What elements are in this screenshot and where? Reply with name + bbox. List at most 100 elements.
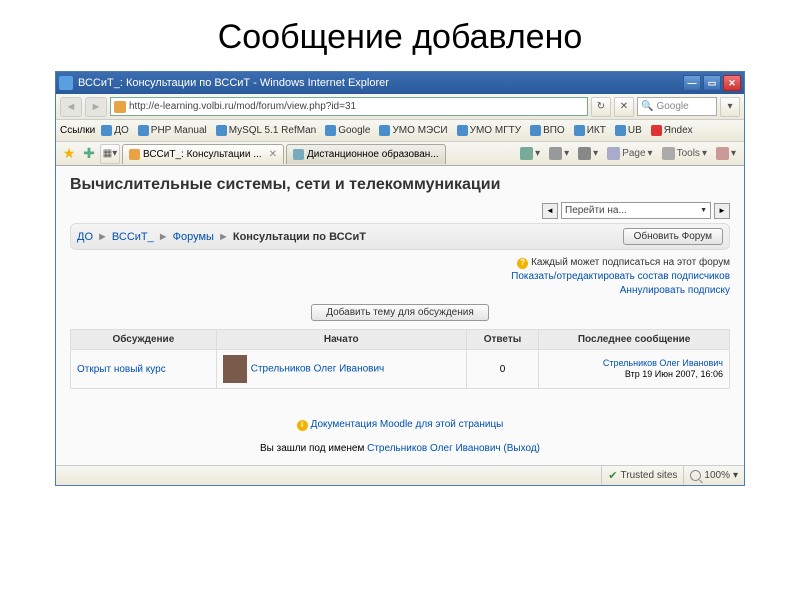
- tab-list-button[interactable]: ▦▾: [100, 144, 120, 164]
- home-button[interactable]: ▾: [516, 145, 544, 162]
- link-icon: [457, 125, 468, 136]
- crumb-current: Консультации по ВССиТ: [233, 231, 366, 243]
- table-row: Открыт новый курс Стрельников Олег Ивано…: [71, 350, 730, 389]
- close-button[interactable]: ✕: [723, 75, 741, 91]
- logout-link[interactable]: (Выход): [501, 443, 540, 454]
- shield-icon: ✔: [608, 469, 617, 482]
- update-forum-button[interactable]: Обновить Форум: [623, 228, 723, 245]
- home-icon: [520, 147, 533, 160]
- link-icon: [615, 125, 626, 136]
- page-menu[interactable]: Page ▾: [603, 145, 656, 162]
- last-date: Втр 19 Июн 2007, 16:06: [625, 369, 723, 379]
- last-author-link[interactable]: Стрельников Олег Иванович: [603, 358, 723, 368]
- logged-user-link[interactable]: Стрельников Олег Иванович: [367, 443, 501, 454]
- logged-prefix: Вы зашли под именем: [260, 443, 367, 454]
- forward-button[interactable]: ►: [85, 97, 107, 117]
- url-text: http://e-learning.volbi.ru/mod/forum/vie…: [129, 101, 356, 112]
- col-replies: Ответы: [466, 330, 538, 350]
- link-icon: [530, 125, 541, 136]
- tab-inactive[interactable]: Дистанционное образован...: [286, 144, 446, 164]
- link-icon: [574, 125, 585, 136]
- forum-table: Обсуждение Начато Ответы Последнее сообщ…: [70, 329, 730, 389]
- search-placeholder: Google: [656, 101, 688, 112]
- help-icon[interactable]: ?: [517, 258, 528, 269]
- replies-count: 0: [466, 350, 538, 389]
- link-item[interactable]: UB: [612, 124, 645, 137]
- tools-menu[interactable]: Tools ▾: [658, 145, 711, 162]
- crumb-forums[interactable]: Форумы: [173, 231, 214, 243]
- topic-link[interactable]: Открыт новый курс: [77, 364, 166, 375]
- favorites-star-icon[interactable]: ★: [60, 145, 78, 163]
- zoom-icon: [690, 470, 701, 481]
- edit-subscribers-link[interactable]: Показать/отредактировать состав подписчи…: [511, 271, 730, 282]
- trusted-sites: ✔Trusted sites: [601, 466, 683, 485]
- tab-icon: [293, 149, 304, 160]
- col-last: Последнее сообщение: [539, 330, 730, 350]
- col-topic: Обсуждение: [71, 330, 217, 350]
- window-title: ВССиТ_: Консультации по ВССиТ - Windows …: [78, 77, 681, 89]
- info-icon: i: [297, 420, 308, 431]
- zoom-level[interactable]: 100% ▾: [683, 466, 744, 485]
- crumb-course[interactable]: ВССиТ_: [112, 231, 154, 243]
- help-icon: [716, 147, 729, 160]
- links-label: Ссылки: [60, 125, 95, 136]
- jump-next-button[interactable]: ►: [714, 203, 730, 219]
- jump-prev-button[interactable]: ◄: [542, 203, 558, 219]
- link-item[interactable]: УМО МЭСИ: [376, 124, 450, 137]
- status-bar: ✔Trusted sites 100% ▾: [56, 465, 744, 485]
- link-item[interactable]: Google: [322, 124, 373, 137]
- stop-button[interactable]: ✕: [614, 97, 634, 117]
- link-item[interactable]: MySQL 5.1 RefMan: [213, 124, 319, 137]
- feeds-button[interactable]: ▾: [545, 145, 573, 162]
- page-icon: [607, 147, 620, 160]
- print-icon: [578, 147, 591, 160]
- search-box[interactable]: 🔍 Google: [637, 97, 717, 116]
- link-item[interactable]: ДО: [98, 124, 132, 137]
- add-favorite-icon[interactable]: ✚: [80, 145, 98, 163]
- link-icon: [216, 125, 227, 136]
- links-toolbar: Ссылки ДО PHP Manual MySQL 5.1 RefMan Go…: [56, 120, 744, 142]
- tab-toolbar: ★ ✚ ▦▾ ВССиТ_: Консультации ...✕ Дистанц…: [56, 142, 744, 166]
- rss-icon: [549, 147, 562, 160]
- site-icon: [114, 101, 126, 113]
- tab-active[interactable]: ВССиТ_: Консультации ...✕: [122, 144, 284, 164]
- course-heading: Вычислительные системы, сети и телекомму…: [70, 176, 730, 194]
- unsubscribe-link[interactable]: Аннулировать подписку: [620, 285, 730, 296]
- nav-toolbar: ◄ ► http://e-learning.volbi.ru/mod/forum…: [56, 94, 744, 120]
- link-icon: [379, 125, 390, 136]
- link-item[interactable]: PHP Manual: [135, 124, 210, 137]
- link-icon: [138, 125, 149, 136]
- page-content: Вычислительные системы, сети и телекомму…: [56, 166, 744, 465]
- breadcrumb-bar: ДО► ВССиТ_► Форумы► Консультации по ВССи…: [70, 223, 730, 250]
- subscribe-block: ?Каждый может подписаться на этот форум …: [70, 256, 730, 298]
- link-item[interactable]: Яndex: [648, 124, 696, 137]
- help-button[interactable]: ▾: [712, 145, 740, 162]
- link-item[interactable]: ИКТ: [571, 124, 609, 137]
- moodle-docs-link[interactable]: Документация Moodle для этой страницы: [311, 419, 504, 430]
- slide-title: Сообщение добавлено: [0, 0, 800, 71]
- col-started: Начато: [216, 330, 466, 350]
- tab-icon: [129, 149, 140, 160]
- print-button[interactable]: ▾: [574, 145, 602, 162]
- link-item[interactable]: ВПО: [527, 124, 568, 137]
- avatar: [223, 355, 247, 383]
- crumb-do[interactable]: ДО: [77, 231, 93, 243]
- ie-icon: [59, 76, 73, 90]
- gear-icon: [662, 147, 675, 160]
- add-topic-button[interactable]: Добавить тему для обсуждения: [311, 304, 489, 321]
- search-go-button[interactable]: ▾: [720, 97, 740, 117]
- link-item[interactable]: УМО МГТУ: [454, 124, 524, 137]
- titlebar: ВССиТ_: Консультации по ВССиТ - Windows …: [56, 72, 744, 94]
- back-button[interactable]: ◄: [60, 97, 82, 117]
- maximize-button[interactable]: ▭: [703, 75, 721, 91]
- minimize-button[interactable]: —: [683, 75, 701, 91]
- browser-window: ВССиТ_: Консультации по ВССиТ - Windows …: [55, 71, 745, 486]
- link-icon: [101, 125, 112, 136]
- yandex-icon: [651, 125, 662, 136]
- jump-select[interactable]: Перейти на...▼: [561, 202, 711, 219]
- link-icon: [325, 125, 336, 136]
- address-bar[interactable]: http://e-learning.volbi.ru/mod/forum/vie…: [110, 97, 588, 116]
- refresh-button[interactable]: ↻: [591, 97, 611, 117]
- author-link[interactable]: Стрельников Олег Иванович: [251, 364, 385, 375]
- subscribe-info: Каждый может подписаться на этот форум: [531, 256, 730, 270]
